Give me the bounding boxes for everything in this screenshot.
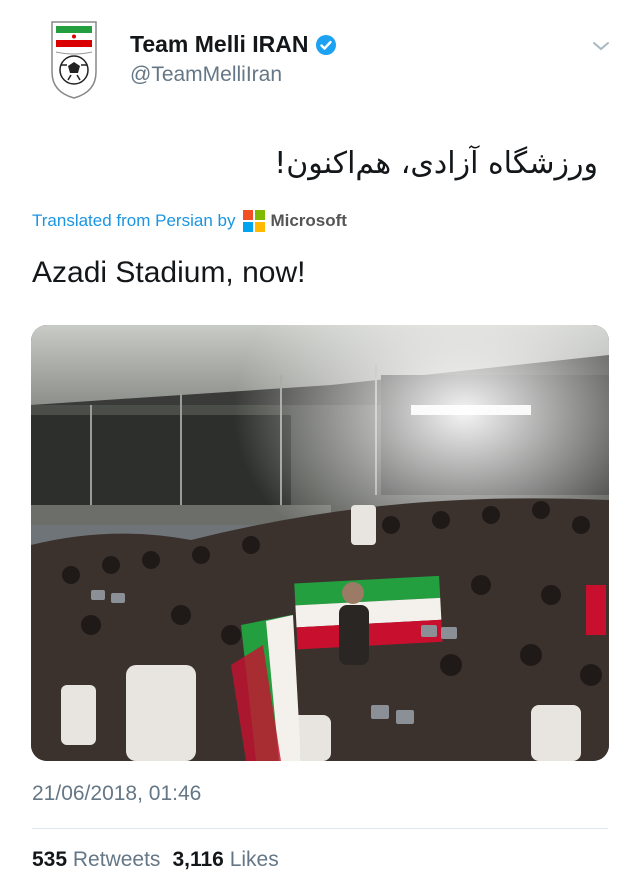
- translator-name: Microsoft: [270, 211, 347, 230]
- likes-label: Likes: [229, 848, 279, 871]
- microsoft-logo-icon: [243, 210, 266, 232]
- user-handle[interactable]: @TeamMelliIran: [130, 63, 282, 87]
- translation-attribution: Translated from Persian by Microsoft: [32, 210, 347, 232]
- translated-from-link[interactable]: Translated from Persian by: [32, 211, 235, 231]
- avatar[interactable]: [48, 20, 100, 100]
- tweet-timestamp[interactable]: 21/06/2018, 01:46: [32, 782, 201, 806]
- display-name[interactable]: Team Melli IRAN: [130, 31, 309, 58]
- tweet-header: Team Melli IRAN @TeamMelliIran: [0, 0, 640, 110]
- likes-stat[interactable]: 3,116 Likes: [172, 848, 278, 872]
- retweets-count: 535: [32, 848, 68, 871]
- tweet-photo[interactable]: [31, 325, 609, 761]
- divider: [32, 828, 608, 829]
- name-row: Team Melli IRAN: [130, 31, 337, 58]
- stadium-crowd-image: [31, 325, 609, 761]
- chevron-down-icon[interactable]: [591, 36, 611, 56]
- likes-count: 3,116: [172, 848, 224, 871]
- verified-badge-icon: [315, 34, 336, 55]
- retweets-label: Retweets: [72, 848, 161, 871]
- retweets-stat[interactable]: 535 Retweets: [32, 848, 160, 872]
- original-tweet-text: ورزشگاه آزادی، هم‌اکنون!: [274, 146, 598, 181]
- translated-tweet-text: Azadi Stadium, now!: [32, 256, 306, 289]
- tweet-stats: 535 Retweets 3,116 Likes: [32, 848, 291, 872]
